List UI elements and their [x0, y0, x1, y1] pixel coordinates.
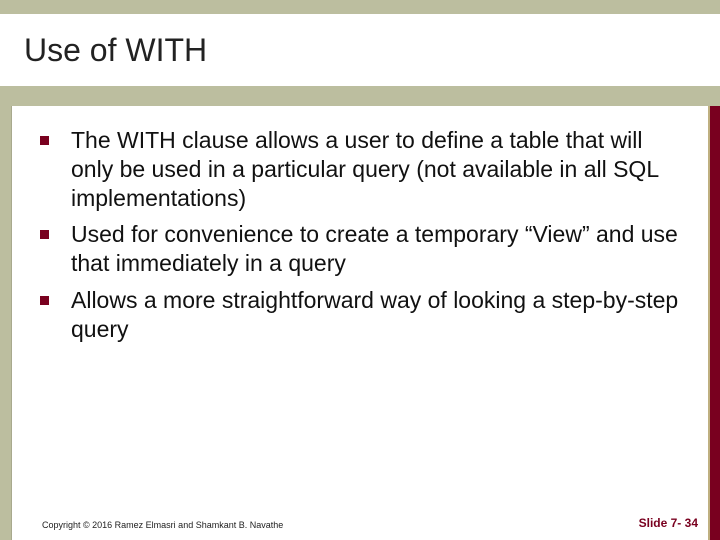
slide-title: Use of WITH	[24, 32, 207, 69]
right-decoration-stripe	[710, 106, 720, 540]
bullet-text: Used for convenience to create a tempora…	[71, 220, 680, 278]
slide-number: Slide 7- 34	[639, 516, 698, 530]
list-item: The WITH clause allows a user to define …	[40, 126, 680, 212]
footer: Copyright © 2016 Ramez Elmasri and Shamk…	[0, 516, 720, 530]
square-bullet-icon	[40, 230, 49, 239]
title-area: Use of WITH	[0, 14, 720, 86]
list-item: Allows a more straightforward way of loo…	[40, 286, 680, 344]
bullet-text: Allows a more straightforward way of loo…	[71, 286, 680, 344]
square-bullet-icon	[40, 136, 49, 145]
copyright-text: Copyright © 2016 Ramez Elmasri and Shamk…	[42, 520, 283, 530]
square-bullet-icon	[40, 296, 49, 305]
bullet-text: The WITH clause allows a user to define …	[71, 126, 680, 212]
slide-body: The WITH clause allows a user to define …	[12, 106, 720, 540]
left-decoration-column	[0, 106, 12, 540]
content-wrap: The WITH clause allows a user to define …	[0, 106, 720, 540]
list-item: Used for convenience to create a tempora…	[40, 220, 680, 278]
bullet-list: The WITH clause allows a user to define …	[40, 126, 680, 343]
top-decoration-band	[0, 0, 720, 14]
mid-decoration-band	[0, 86, 720, 106]
slide: Use of WITH The WITH clause allows a use…	[0, 0, 720, 540]
